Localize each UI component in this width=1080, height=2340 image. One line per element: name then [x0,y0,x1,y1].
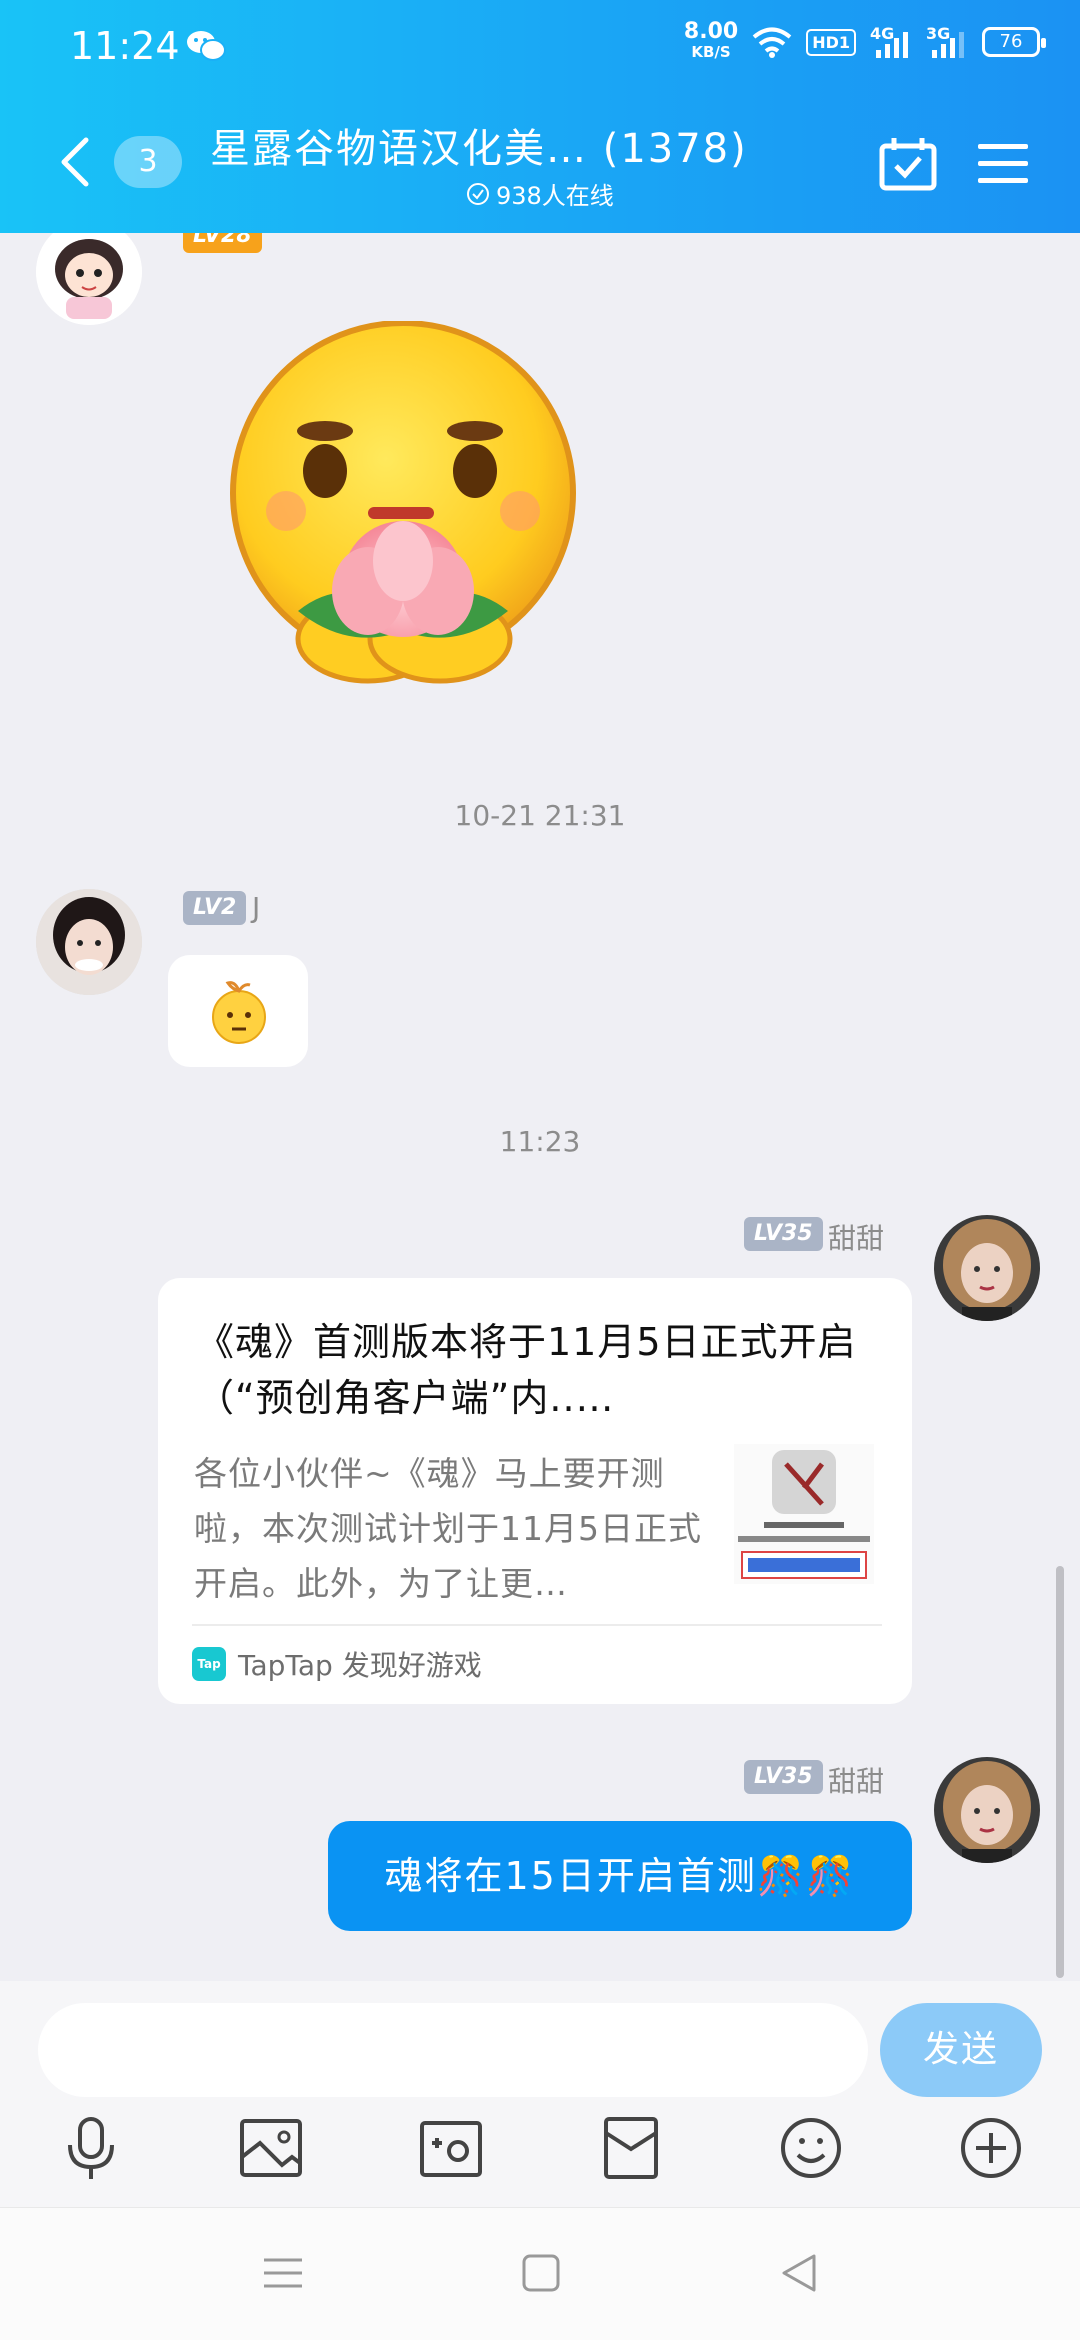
status-time: 11:24 [70,24,180,68]
home-icon[interactable] [516,2248,566,2298]
level-badge: LV2 [183,891,247,925]
avatar[interactable] [36,233,142,325]
avatar[interactable] [934,1215,1040,1321]
sprout-face-emoji-icon [212,981,266,1044]
status-indicators: 8.00 KB/S HD1 4G 3G 76 [683,19,1046,62]
unread-count-badge[interactable]: 3 [114,136,182,188]
menu-icon[interactable] [976,140,1030,188]
wifi-icon [752,27,792,58]
signal-3g: 3G [926,24,968,60]
red-packet-icon[interactable] [596,2113,666,2183]
input-area: 发送 [0,1981,1080,2207]
signal-bars-icon [876,32,908,58]
avatar[interactable] [934,1757,1040,1863]
sender-nickname[interactable]: J [252,891,260,924]
game-thumbnail-icon [734,1444,874,1584]
send-button[interactable]: 发送 [880,2003,1042,2097]
divider [192,1624,882,1626]
scrollbar[interactable] [1056,1566,1064,1978]
recent-apps-icon[interactable] [258,2248,308,2298]
chat-header: 11:24 8.00 KB/S HD1 4G 3G 76 3 星露谷物语汉化美…… [0,0,1080,233]
camera-icon[interactable] [416,2113,486,2183]
link-card-description: 各位小伙伴~《魂》马上要开测啦，本次测试计划于11月5日正式开启。此外，为了让更… [194,1454,702,1603]
wechat-icon [187,31,226,61]
level-badge: LV35 [744,1217,823,1251]
message-bubble[interactable] [168,955,308,1067]
user-photo-avatar-icon [934,1757,1040,1863]
timestamp: 11:23 [499,1125,581,1158]
image-icon[interactable] [236,2113,306,2183]
system-nav-bar [0,2207,1080,2340]
message-input[interactable] [38,2003,868,2097]
own-message-bubble[interactable]: 魂将在15日开启首测🎊🎊 [328,1821,912,1931]
taptap-icon: Tap [192,1647,226,1681]
level-badge: LV28 [183,233,262,253]
level-badge: LV35 [744,1760,823,1794]
input-toolbar [0,2113,1080,2203]
group-title[interactable]: 星露谷物语汉化美… (1378) [210,116,800,174]
link-card[interactable]: 《魂》首测版本将于11月5日正式开启（“预创角客户端”内..… 各位小伙伴~《魂… [158,1278,912,1704]
network-speed: 8.00 KB/S [683,19,739,62]
peach-emoji-sticker[interactable] [218,321,588,691]
avatar[interactable] [36,889,142,995]
link-card-title: 《魂》首测版本将于11月5日正式开启（“预创角客户端”内..… [196,1320,857,1420]
link-card-source: Tap TapTap 发现好游戏 [192,1644,482,1684]
battery-indicator: 76 [982,27,1046,57]
back-triangle-icon[interactable] [774,2248,824,2298]
check-circle-icon [467,182,489,205]
microphone-icon[interactable] [56,2113,126,2183]
back-arrow-icon[interactable] [56,136,92,188]
timestamp: 10-21 21:31 [454,799,626,832]
signal-bars-icon [932,32,964,58]
sender-nickname[interactable]: 甜甜 [828,1217,884,1257]
calendar-check-icon[interactable] [878,136,938,192]
user-photo-avatar-icon [934,1215,1040,1321]
sender-nickname[interactable]: 甜甜 [828,1760,884,1800]
message-list[interactable]: LV28 10-21 21:31 LV2 J 11:23 LV35 甜甜 《魂》… [0,233,1080,1981]
plus-icon[interactable] [956,2113,1026,2183]
signal-4g: 4G [870,24,912,60]
online-count: 938人在线 [466,176,614,211]
hd-badge: HD1 [806,28,856,56]
anime-girl-avatar-icon [36,233,142,325]
user-photo-avatar-icon [36,889,142,995]
emoji-icon[interactable] [776,2113,846,2183]
